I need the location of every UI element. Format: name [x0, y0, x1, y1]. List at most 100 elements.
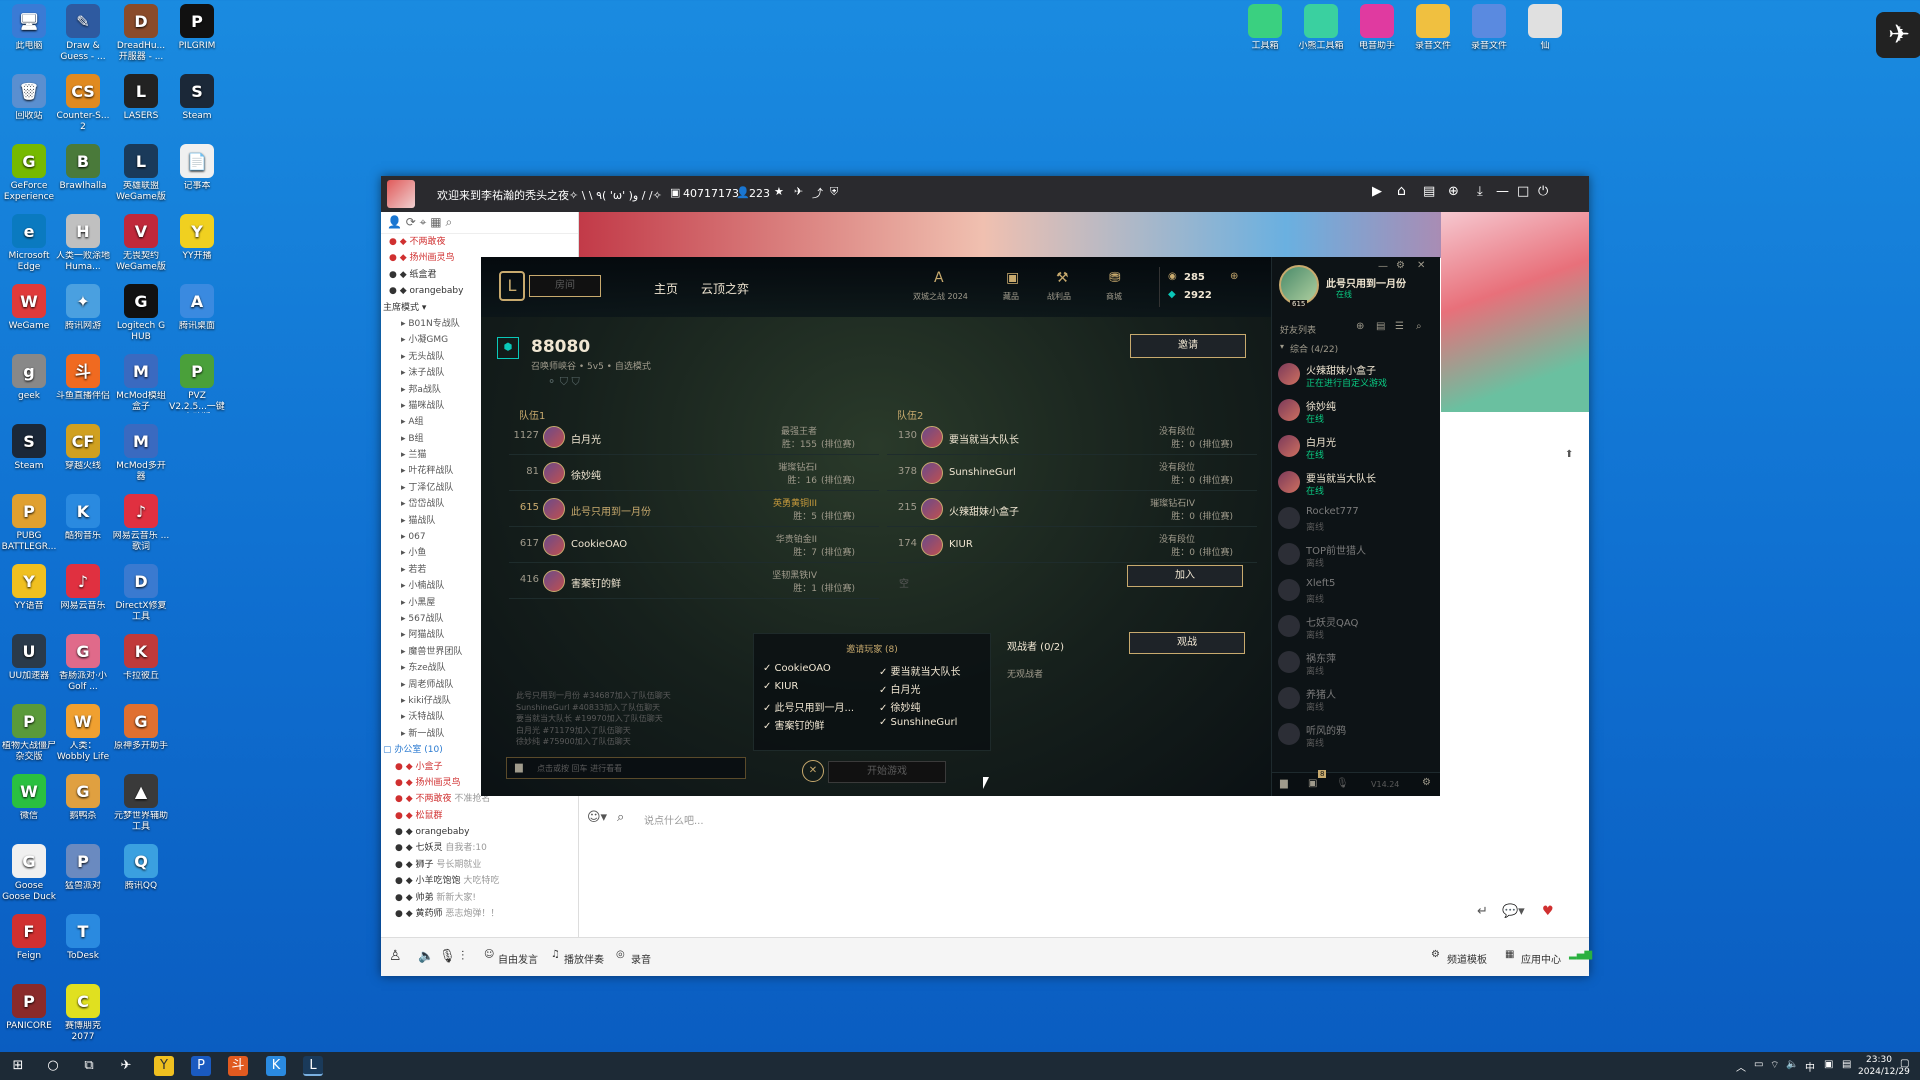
collapse-icon[interactable]: ⤓ — [1477, 184, 1483, 199]
list-view-icon[interactable]: ☰ — [1395, 321, 1404, 332]
event-icon[interactable]: A — [934, 270, 944, 286]
desktop-icon[interactable]: H 人类一败涂地 Huma... — [54, 214, 112, 280]
nav-event[interactable]: 双城之战 2024 — [913, 291, 968, 302]
group-toggle-icon[interactable]: ▾ — [1280, 342, 1284, 351]
tray-chevron-icon[interactable]: ︿ — [1736, 1059, 1746, 1074]
scroll-top-icon[interactable]: ⬆ — [1565, 449, 1573, 460]
spectate-button[interactable]: 观战 — [1129, 632, 1245, 654]
desktop-icon[interactable]: 🖥 此电脑 — [0, 4, 58, 70]
nav-home[interactable]: 主页 — [654, 280, 678, 297]
desktop-icon[interactable]: L 英雄联盟 WeGame版 — [112, 144, 170, 210]
friend-row[interactable]: 要当就当大队长 在线 — [1272, 465, 1440, 501]
notification-center-icon[interactable]: ▢ — [1900, 1058, 1909, 1069]
start-game-button[interactable]: 开始游戏 — [828, 761, 946, 783]
tray-volume-icon[interactable]: 🔈 — [1786, 1059, 1798, 1070]
search-chat-icon[interactable]: ⌕ — [617, 810, 624, 825]
desktop-icon[interactable]: B Brawlhalla — [54, 144, 112, 210]
tree-member[interactable]: ● ◆ 狮子 号长期就业 — [389, 857, 578, 873]
nav-collection[interactable]: 藏品 — [1003, 291, 1019, 302]
app-center-button[interactable]: 应用中心 — [1521, 951, 1561, 966]
desktop-icon[interactable]: D DreadHu... 开服器 - ... — [112, 4, 170, 70]
desktop-icon[interactable]: CF 穿越火线 — [54, 424, 112, 490]
desktop-icon[interactable]: W 人类：Wobbly Life — [54, 704, 112, 770]
emoji-icon[interactable]: ☺▾ — [587, 810, 607, 825]
desktop-icon[interactable]: ▲ 元梦世界辅助工具 — [112, 774, 170, 840]
tree-member[interactable]: ● ◆ 黄药师 恶志炮弹！！ — [389, 906, 578, 922]
tree-member[interactable]: ● ◆ orangebaby — [389, 824, 578, 840]
desktop-icon[interactable]: ♪ 网易云音乐 ...歌词 — [112, 494, 170, 560]
plane-icon[interactable]: ✈ — [794, 185, 803, 198]
desktop-icon[interactable]: T ToDesk — [54, 914, 112, 980]
desktop-icon[interactable]: 🗑 回收站 — [0, 74, 58, 140]
channel-template-button[interactable]: 频道模板 — [1447, 951, 1487, 966]
friends-close-icon[interactable]: ✕ — [1417, 260, 1425, 271]
desktop-icon[interactable]: 录音文件 — [1404, 4, 1462, 70]
desktop-app-icon-topright[interactable]: ✈ — [1876, 12, 1920, 58]
help-icon[interactable]: ⚙ — [1422, 777, 1431, 788]
desktop-icon[interactable]: G Goose Goose Duck — [0, 844, 58, 910]
record-button[interactable]: 录音 — [631, 951, 651, 966]
music-button[interactable]: 播放伴奏 — [564, 951, 604, 966]
nav-tft[interactable]: 云顶之弈 — [701, 280, 749, 297]
desktop-icon[interactable]: 录音文件 — [1460, 4, 1518, 70]
tree-member[interactable]: ● ◆ 小羊吃饱饱 大吃特吃 — [389, 873, 578, 889]
desktop-icon[interactable]: M McMod多开器 — [112, 424, 170, 490]
tray-network-icon[interactable]: ▭ — [1754, 1059, 1763, 1070]
desktop-icon[interactable]: K 酷狗音乐 — [54, 494, 112, 560]
taskbar-app-feather-icon[interactable]: ✈ — [116, 1056, 136, 1076]
desktop-icon[interactable]: 仙 — [1516, 4, 1574, 70]
join-team2-button[interactable]: 加入 — [1127, 565, 1243, 587]
bookmark-icon[interactable]: ▦ — [430, 215, 441, 229]
speaker-icon[interactable]: 🔈 — [418, 949, 434, 964]
equalizer-icon[interactable]: ⫶ — [461, 949, 464, 964]
desktop-icon[interactable]: G 鹅鸭杀 — [54, 774, 112, 840]
desktop-icon[interactable]: P PVZ V2.2.5...一键启动版 — [168, 354, 226, 420]
gamepad-icon[interactable]: ⊕ — [1448, 184, 1459, 199]
taskbar-app-douyu-icon[interactable]: 斗 — [228, 1056, 248, 1076]
player-row[interactable]: 215 火辣甜妹小盒子 璀璨钻石IV 胜：0 (排位赛) — [887, 493, 1257, 527]
friends-group[interactable]: 综合 (4/22) — [1290, 342, 1338, 355]
add-friend-icon[interactable]: ⊕ — [1356, 321, 1364, 332]
desktop-icon[interactable]: 斗斗鱼直播伴侣 — [54, 354, 112, 420]
taskbar-app-kugou-icon[interactable]: K — [266, 1056, 286, 1076]
chat-bubble-icon[interactable]: 💬▾ — [1502, 904, 1525, 919]
desktop-icon[interactable]: A 腾讯桌面 — [168, 284, 226, 350]
desktop-icon[interactable]: P PUBG BATTLEGR... — [0, 494, 58, 560]
desktop-icon[interactable]: D DirectX修复工具 — [112, 564, 170, 630]
microphone-icon[interactable]: 🎙 — [439, 949, 456, 964]
player-row[interactable]: 174 KIUR 没有段位 胜：0 (排位赛) — [887, 529, 1257, 563]
collection-icon[interactable]: ▣ — [1006, 270, 1019, 286]
taskview-icon[interactable]: ⧉ — [79, 1056, 99, 1076]
friend-row[interactable]: TOP前世猎人 离线 — [1272, 537, 1440, 573]
desktop-icon[interactable]: G Logitech G HUB — [112, 284, 170, 350]
leave-lobby-button[interactable]: ✕ — [802, 760, 824, 782]
gift-icon[interactable]: ♥ — [1542, 904, 1554, 919]
friend-row[interactable]: 养猪人 离线 — [1272, 681, 1440, 717]
notifications-icon[interactable]: ▣ — [1308, 778, 1317, 789]
play-button[interactable]: 房间 — [529, 275, 601, 297]
friend-row[interactable]: 听风的鸦 离线 — [1272, 717, 1440, 753]
taskbar-app-p-icon[interactable]: P — [191, 1056, 211, 1076]
desktop-icon[interactable]: ✦ 腾讯网游 — [54, 284, 112, 350]
friends-search-icon[interactable]: ⌕ — [1416, 321, 1422, 332]
home-icon[interactable]: ⌂ — [1397, 183, 1406, 199]
tray-ime[interactable]: 中 — [1805, 1059, 1815, 1074]
player-row[interactable]: 81 徐妙纯 璀璨钻石I 胜：16 (排位赛) — [509, 457, 879, 491]
video-icon[interactable]: ▶ — [1372, 184, 1382, 199]
minimize-icon[interactable]: — — [1496, 184, 1509, 199]
desktop-icon[interactable]: 小熊工具箱 — [1292, 4, 1350, 70]
profile-avatar[interactable] — [1279, 265, 1319, 305]
friend-row[interactable]: 徐妙纯 在线 — [1272, 393, 1440, 429]
tree-top-user[interactable]: ● ◆ 不两敢夜 — [389, 234, 578, 250]
share-icon[interactable]: ⤴ — [812, 185, 823, 201]
desktop-icon[interactable]: F Feign — [0, 914, 58, 980]
player-row[interactable]: 416 害案钉的鲜 坚韧黑铁IV 胜：1 (排位赛) — [509, 565, 879, 599]
desktop-icon[interactable]: C 赛博朋克 2077 — [54, 984, 112, 1050]
desktop-icon[interactable]: Y YY语音 — [0, 564, 58, 630]
desktop-icon[interactable]: L LASERS — [112, 74, 170, 140]
nav-store[interactable]: 商城 — [1106, 291, 1122, 302]
user-icon[interactable]: 👤 — [387, 215, 402, 229]
refresh-icon[interactable]: ⟳ — [406, 215, 416, 229]
player-row[interactable]: 130 要当就当大队长 没有段位 胜：0 (排位赛) — [887, 421, 1257, 455]
desktop-icon[interactable]: G 香肠派对·小Golf ... — [54, 634, 112, 700]
